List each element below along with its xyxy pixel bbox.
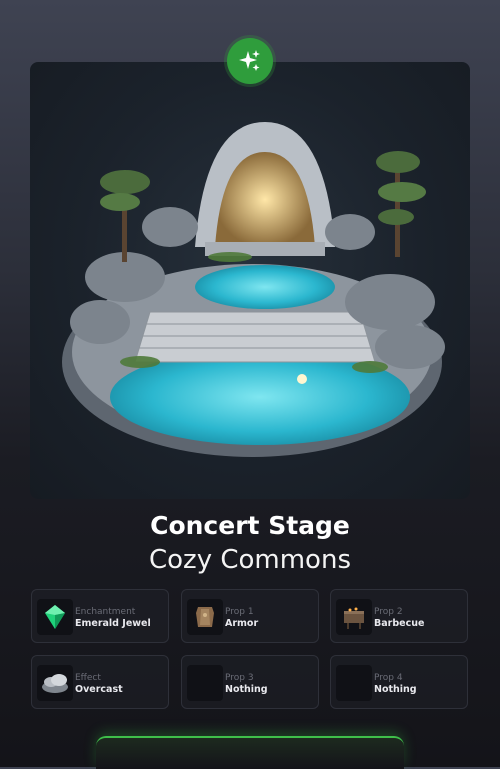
empty-icon (336, 665, 372, 701)
attribute-value: Nothing (374, 684, 417, 695)
overcast-icon (37, 665, 73, 701)
attribute-label: Prop 3 (225, 673, 254, 683)
attribute-label: Prop 1 (225, 607, 254, 617)
attribute-value: Nothing (225, 684, 268, 695)
attribute-card-prop-1[interactable]: Prop 1 Armor (181, 589, 319, 643)
sparkles-icon (227, 38, 273, 84)
item-title: Concert Stage (150, 511, 350, 540)
attribute-card-enchantment[interactable]: Enchantment Emerald Jewel (31, 589, 169, 643)
barbecue-icon (336, 599, 372, 635)
action-bar[interactable] (96, 736, 404, 769)
attribute-label: Prop 2 (374, 607, 403, 617)
item-image (30, 62, 470, 499)
item-collection: Cozy Commons (148, 545, 351, 575)
attribute-label: Prop 4 (374, 673, 403, 683)
armor-icon (187, 599, 223, 635)
empty-icon (187, 665, 223, 701)
attribute-label: Effect (75, 673, 101, 683)
attribute-value: Emerald Jewel (75, 618, 151, 629)
attribute-card-effect[interactable]: Effect Overcast (31, 655, 169, 709)
attribute-label: Enchantment (75, 607, 136, 617)
attribute-value: Armor (225, 618, 259, 629)
attribute-card-prop-3[interactable]: Prop 3 Nothing (181, 655, 319, 709)
emerald-jewel-icon (37, 599, 73, 635)
attribute-card-prop-2[interactable]: Prop 2 Barbecue (330, 589, 468, 643)
attribute-value: Overcast (75, 684, 123, 695)
attribute-value: Barbecue (374, 618, 425, 629)
attribute-card-prop-4[interactable]: Prop 4 Nothing (330, 655, 468, 709)
